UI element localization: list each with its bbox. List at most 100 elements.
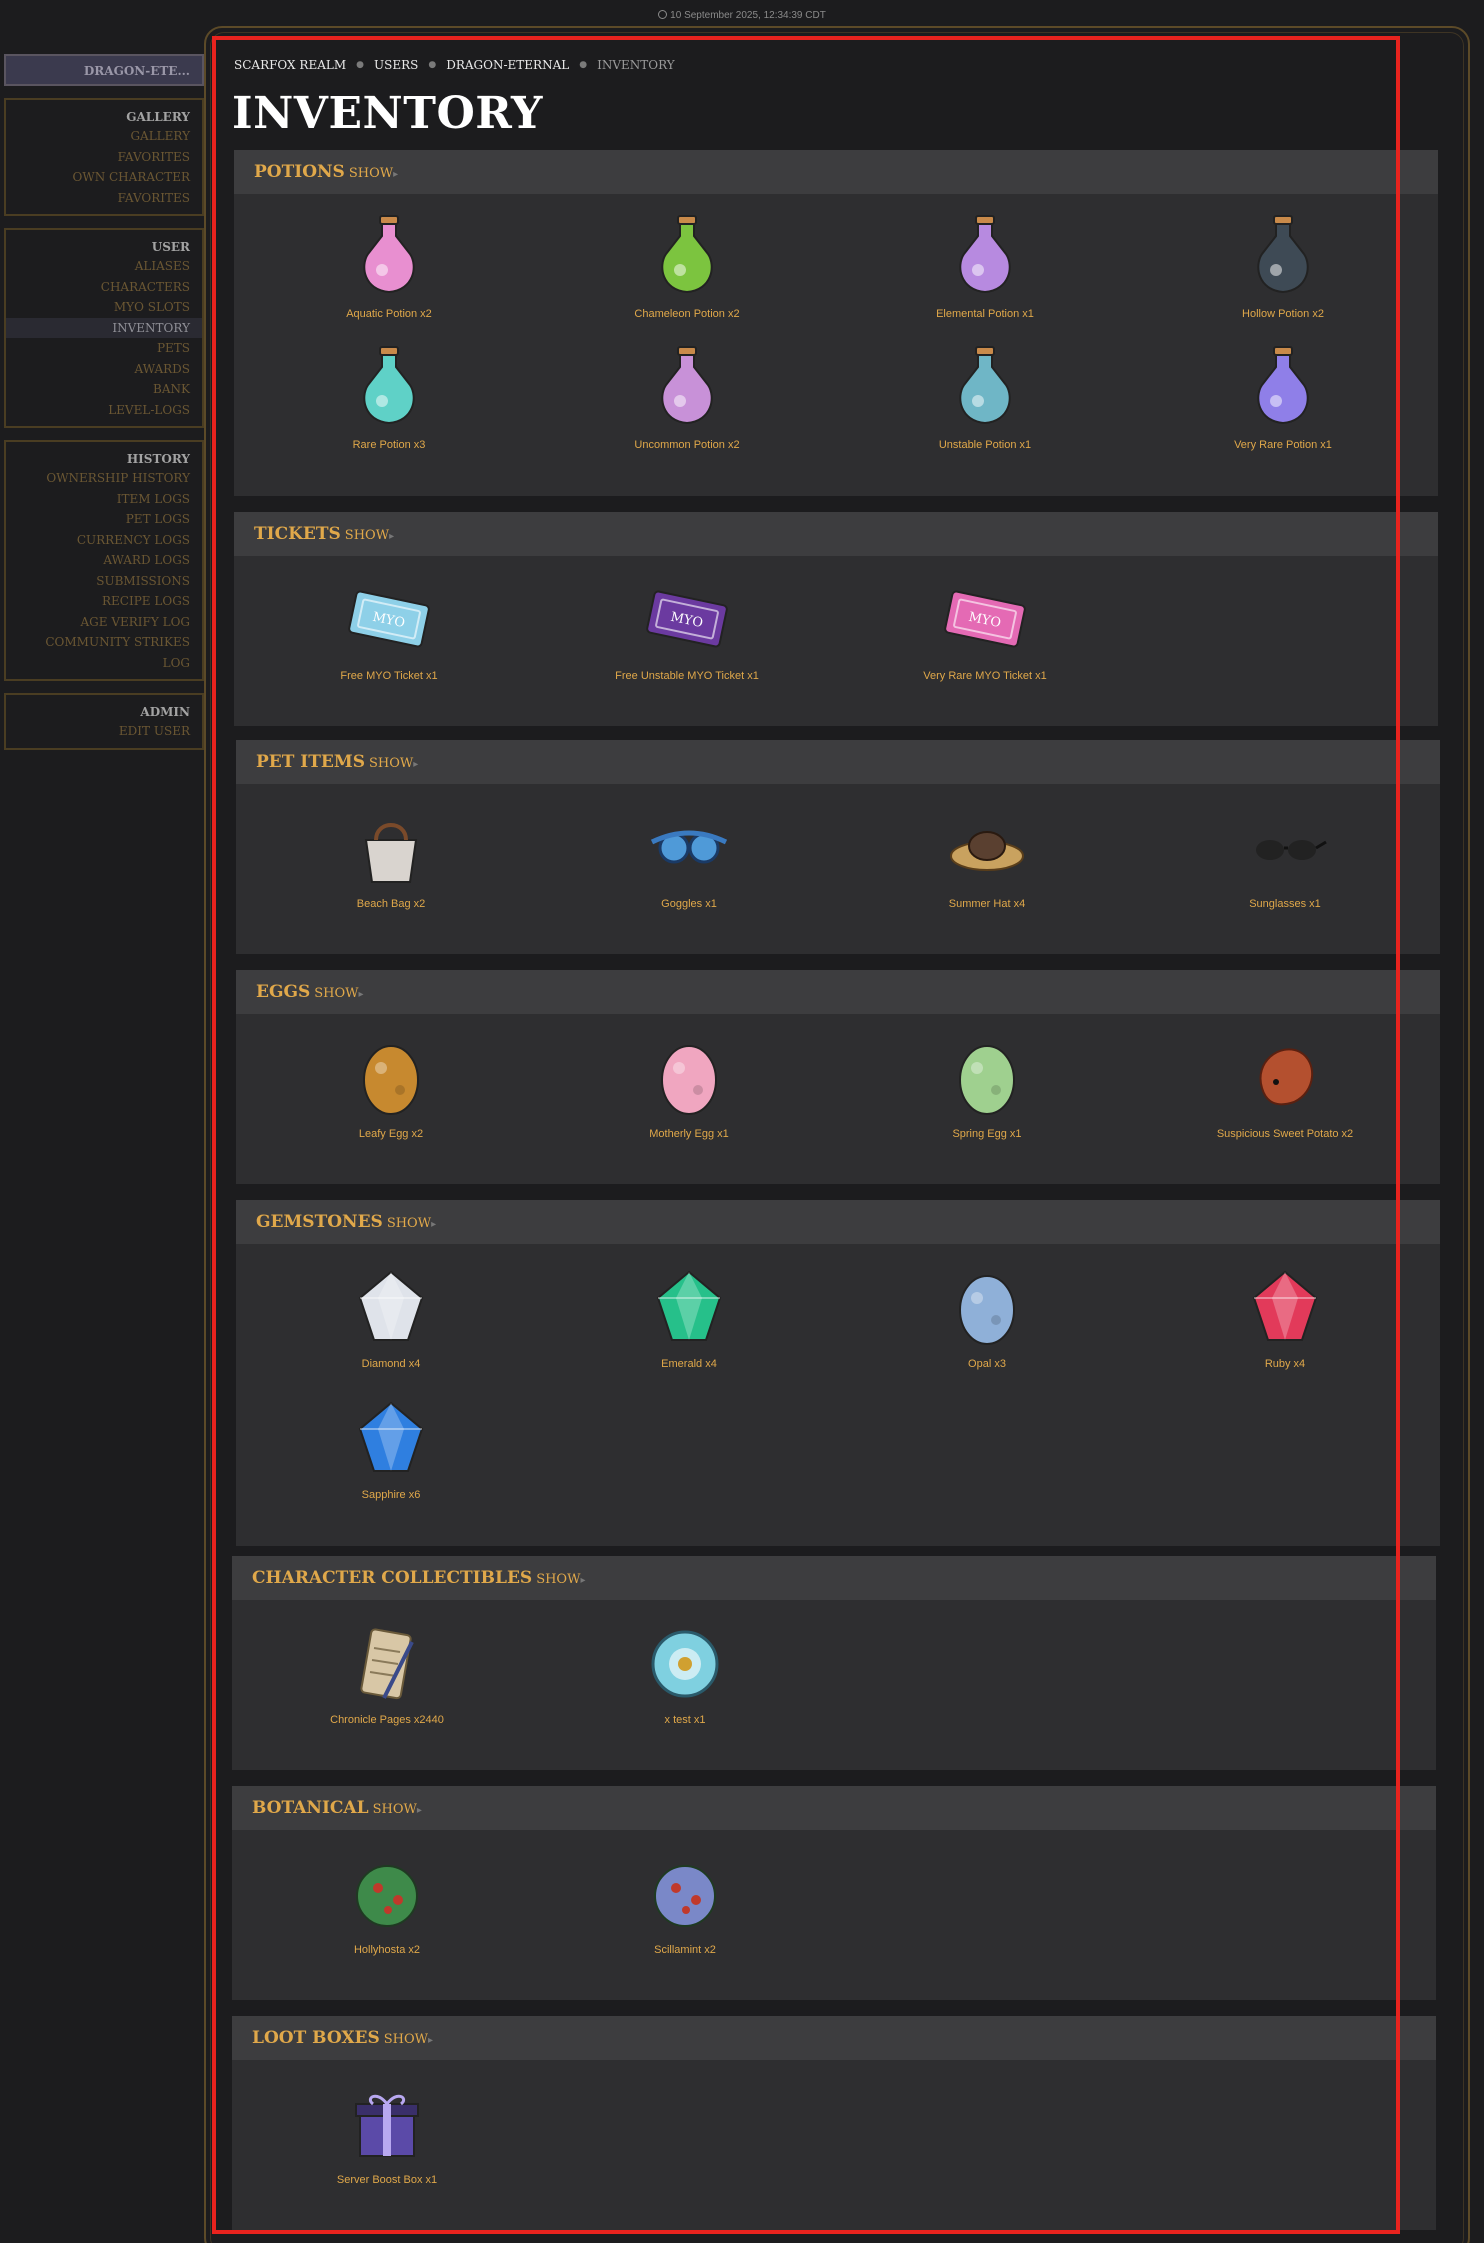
item-label[interactable]: Ruby x4 — [1265, 1358, 1305, 1370]
inventory-item[interactable]: Chameleon Potion x2 — [538, 208, 836, 339]
very-rare-potion-icon[interactable] — [1240, 343, 1326, 433]
summer-hat-icon[interactable] — [944, 802, 1030, 892]
sidebar-item-level-logs[interactable]: LEVEL-LOGS — [6, 400, 202, 421]
inventory-item[interactable]: Chronicle Pages x2440 — [238, 1614, 536, 1745]
sidebar-item-characters[interactable]: CHARACTERS — [6, 277, 202, 298]
sidebar-item-item-logs[interactable]: ITEM LOGS — [6, 489, 202, 510]
diamond-icon[interactable] — [348, 1262, 434, 1352]
emerald-icon[interactable] — [646, 1262, 732, 1352]
free-myo-ticket-icon[interactable]: MYO — [346, 574, 432, 664]
item-label[interactable]: Diamond x4 — [362, 1358, 421, 1370]
item-label[interactable]: x test x1 — [665, 1714, 706, 1726]
sunglasses-icon[interactable] — [1242, 802, 1328, 892]
sidebar-item-inventory[interactable]: INVENTORY — [6, 317, 202, 338]
very-rare-myo-ticket-icon[interactable]: MYO — [942, 574, 1028, 664]
show-toggle-button[interactable]: SHOW▸ — [373, 1802, 422, 1817]
item-label[interactable]: Scillamint x2 — [654, 1944, 716, 1956]
item-label[interactable]: Rare Potion x3 — [353, 439, 426, 451]
inventory-item[interactable]: MYO Free MYO Ticket x1 — [240, 570, 538, 701]
inventory-item[interactable]: Scillamint x2 — [536, 1844, 834, 1975]
uncommon-potion-icon[interactable] — [644, 343, 730, 433]
inventory-item[interactable]: Sapphire x6 — [242, 1389, 540, 1520]
show-toggle-button[interactable]: SHOW▸ — [387, 1216, 436, 1231]
sidebar-item-bank[interactable]: BANK — [6, 379, 202, 400]
item-label[interactable]: Very Rare Potion x1 — [1234, 439, 1332, 451]
ruby-icon[interactable] — [1242, 1262, 1328, 1352]
show-toggle-button[interactable]: SHOW▸ — [384, 2032, 433, 2047]
opal-icon[interactable] — [944, 1262, 1030, 1352]
beach-bag-icon[interactable] — [348, 802, 434, 892]
inventory-item[interactable]: Beach Bag x2 — [242, 798, 540, 929]
inventory-item[interactable]: Aquatic Potion x2 — [240, 208, 538, 339]
chameleon-potion-icon[interactable] — [644, 212, 730, 302]
sweet-potato-icon[interactable] — [1242, 1032, 1328, 1122]
item-label[interactable]: Opal x3 — [968, 1358, 1006, 1370]
breadcrumb-users[interactable]: USERS — [374, 58, 418, 72]
item-label[interactable]: Unstable Potion x1 — [939, 439, 1031, 451]
inventory-item[interactable]: Sunglasses x1 — [1136, 798, 1434, 929]
inventory-item[interactable]: Summer Hat x4 — [838, 798, 1136, 929]
hollow-potion-icon[interactable] — [1240, 212, 1326, 302]
hollyhosta-icon[interactable] — [344, 1848, 430, 1938]
inventory-item[interactable]: Uncommon Potion x2 — [538, 339, 836, 470]
free-unstable-myo-ticket-icon[interactable]: MYO — [644, 574, 730, 664]
sidebar-item-submissions[interactable]: SUBMISSIONS — [6, 571, 202, 592]
sidebar-item-age-verify-log[interactable]: AGE VERIFY LOG — [6, 612, 202, 633]
goggles-icon[interactable] — [646, 802, 732, 892]
inventory-item[interactable]: Server Boost Box x1 — [238, 2074, 536, 2205]
item-label[interactable]: Hollyhosta x2 — [354, 1944, 420, 1956]
item-label[interactable]: Goggles x1 — [661, 898, 717, 910]
item-label[interactable]: Suspicious Sweet Potato x2 — [1217, 1128, 1353, 1140]
inventory-item[interactable]: Unstable Potion x1 — [836, 339, 1134, 470]
item-label[interactable]: Chameleon Potion x2 — [634, 308, 739, 320]
inventory-item[interactable]: Goggles x1 — [540, 798, 838, 929]
breadcrumb-home[interactable]: SCARFOX REALM — [234, 58, 346, 72]
inventory-item[interactable]: Very Rare Potion x1 — [1134, 339, 1432, 470]
inventory-item[interactable]: Hollyhosta x2 — [238, 1844, 536, 1975]
show-toggle-button[interactable]: SHOW▸ — [314, 986, 363, 1001]
item-label[interactable]: Very Rare MYO Ticket x1 — [923, 670, 1046, 682]
sidebar-item-awards[interactable]: AWARDS — [6, 359, 202, 380]
item-label[interactable]: Server Boost Box x1 — [337, 2174, 437, 2186]
server-boost-box-icon[interactable] — [344, 2078, 430, 2168]
item-label[interactable]: Spring Egg x1 — [952, 1128, 1021, 1140]
inventory-item[interactable]: Motherly Egg x1 — [540, 1028, 838, 1159]
inventory-item[interactable]: Suspicious Sweet Potato x2 — [1136, 1028, 1434, 1159]
item-label[interactable]: Motherly Egg x1 — [649, 1128, 728, 1140]
chronicle-pages-icon[interactable] — [344, 1618, 430, 1708]
sidebar-item-aliases[interactable]: ALIASES — [6, 256, 202, 277]
inventory-item[interactable]: MYO Free Unstable MYO Ticket x1 — [538, 570, 836, 701]
show-toggle-button[interactable]: SHOW▸ — [349, 166, 398, 181]
item-label[interactable]: Elemental Potion x1 — [936, 308, 1034, 320]
sidebar-item-gallery[interactable]: GALLERY — [6, 126, 202, 147]
item-label[interactable]: Sunglasses x1 — [1249, 898, 1321, 910]
aquatic-potion-icon[interactable] — [346, 212, 432, 302]
item-label[interactable]: Hollow Potion x2 — [1242, 308, 1324, 320]
leafy-egg-icon[interactable] — [348, 1032, 434, 1122]
spring-egg-icon[interactable] — [944, 1032, 1030, 1122]
sidebar-item-own-character-favorites[interactable]: OWN CHARACTER FAVORITES — [6, 167, 202, 208]
inventory-item[interactable]: Elemental Potion x1 — [836, 208, 1134, 339]
item-label[interactable]: Free Unstable MYO Ticket x1 — [615, 670, 759, 682]
sidebar-item-community-strikes-log[interactable]: COMMUNITY STRIKES LOG — [6, 632, 202, 673]
inventory-item[interactable]: Hollow Potion x2 — [1134, 208, 1432, 339]
item-label[interactable]: Sapphire x6 — [362, 1489, 421, 1501]
item-label[interactable]: Beach Bag x2 — [357, 898, 426, 910]
sidebar-item-currency-logs[interactable]: CURRENCY LOGS — [6, 530, 202, 551]
sidebar-item-recipe-logs[interactable]: RECIPE LOGS — [6, 591, 202, 612]
item-label[interactable]: Summer Hat x4 — [949, 898, 1025, 910]
breadcrumb-user[interactable]: DRAGON-ETERNAL — [446, 58, 569, 72]
sidebar-item-award-logs[interactable]: AWARD LOGS — [6, 550, 202, 571]
scillamint-icon[interactable] — [642, 1848, 728, 1938]
inventory-item[interactable]: Ruby x4 — [1136, 1258, 1434, 1389]
sidebar-item-ownership-history[interactable]: OWNERSHIP HISTORY — [6, 468, 202, 489]
item-label[interactable]: Leafy Egg x2 — [359, 1128, 423, 1140]
sidebar-item-pets[interactable]: PETS — [6, 338, 202, 359]
rare-potion-icon[interactable] — [346, 343, 432, 433]
item-label[interactable]: Free MYO Ticket x1 — [340, 670, 437, 682]
sidebar-item-favorites[interactable]: FAVORITES — [6, 147, 202, 168]
elemental-potion-icon[interactable] — [942, 212, 1028, 302]
item-label[interactable]: Aquatic Potion x2 — [346, 308, 432, 320]
sidebar-item-pet-logs[interactable]: PET LOGS — [6, 509, 202, 530]
item-label[interactable]: Uncommon Potion x2 — [634, 439, 739, 451]
